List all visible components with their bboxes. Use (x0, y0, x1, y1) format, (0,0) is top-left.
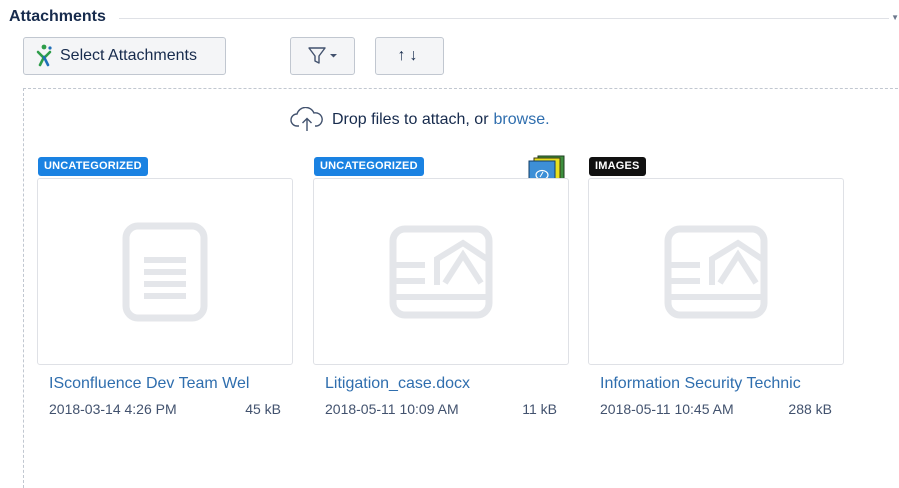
select-attachments-label: Select Attachments (60, 47, 197, 64)
attachment-thumbnail[interactable] (588, 178, 844, 365)
attachment-name[interactable]: Information Security Technic (600, 375, 828, 393)
sort-button[interactable]: ↑↓ (375, 37, 444, 75)
attachment-thumbnail[interactable] (313, 178, 569, 365)
app-logo-icon (36, 44, 52, 67)
attachment-date: 2018-03-14 4:26 PM (49, 401, 177, 417)
category-badge: UNCATEGORIZED (38, 157, 148, 176)
cloud-upload-icon (290, 107, 323, 131)
category-badge: UNCATEGORIZED (314, 157, 424, 176)
attachment-date: 2018-05-11 10:45 AM (600, 401, 734, 417)
image-file-icon (664, 225, 768, 318)
drop-message: Drop files to attach, or browse. (290, 105, 550, 135)
attachment-meta: 2018-05-11 10:45 AM 288 kB (600, 401, 832, 417)
attachment-card[interactable]: UNCATEGORIZED ISconfluence Dev Team Wel … (37, 155, 293, 425)
attachment-card[interactable]: IMAGES Information Security Technic 2018… (588, 155, 844, 425)
attachment-size: 45 kB (245, 401, 281, 417)
filter-button[interactable] (290, 37, 355, 75)
attachment-meta: 2018-05-11 10:09 AM 11 kB (325, 401, 557, 417)
attachment-name[interactable]: ISconfluence Dev Team Wel (49, 375, 277, 393)
document-icon (122, 222, 208, 321)
sort-icon: ↑↓ (397, 47, 422, 64)
attachment-size: 11 kB (522, 401, 557, 417)
attachment-card[interactable]: UNCATEGORIZED Litigation_case.docx 2018-… (313, 155, 569, 425)
attachment-thumbnail[interactable] (37, 178, 293, 365)
attachment-date: 2018-05-11 10:09 AM (325, 401, 459, 417)
filter-icon (307, 47, 337, 64)
section-divider (119, 18, 889, 19)
attachments-section-header: Attachments ▼ (9, 5, 899, 29)
attachment-size: 288 kB (788, 401, 832, 417)
category-badge: IMAGES (589, 157, 646, 176)
browse-link[interactable]: browse. (494, 111, 550, 129)
collapse-caret-icon[interactable]: ▼ (891, 13, 899, 22)
image-file-icon (389, 225, 493, 318)
attachment-name[interactable]: Litigation_case.docx (325, 375, 553, 393)
drop-message-text: Drop files to attach, or (332, 111, 489, 128)
section-title: Attachments (9, 8, 112, 26)
select-attachments-button[interactable]: Select Attachments (23, 37, 226, 75)
attachment-meta: 2018-03-14 4:26 PM 45 kB (49, 401, 281, 417)
